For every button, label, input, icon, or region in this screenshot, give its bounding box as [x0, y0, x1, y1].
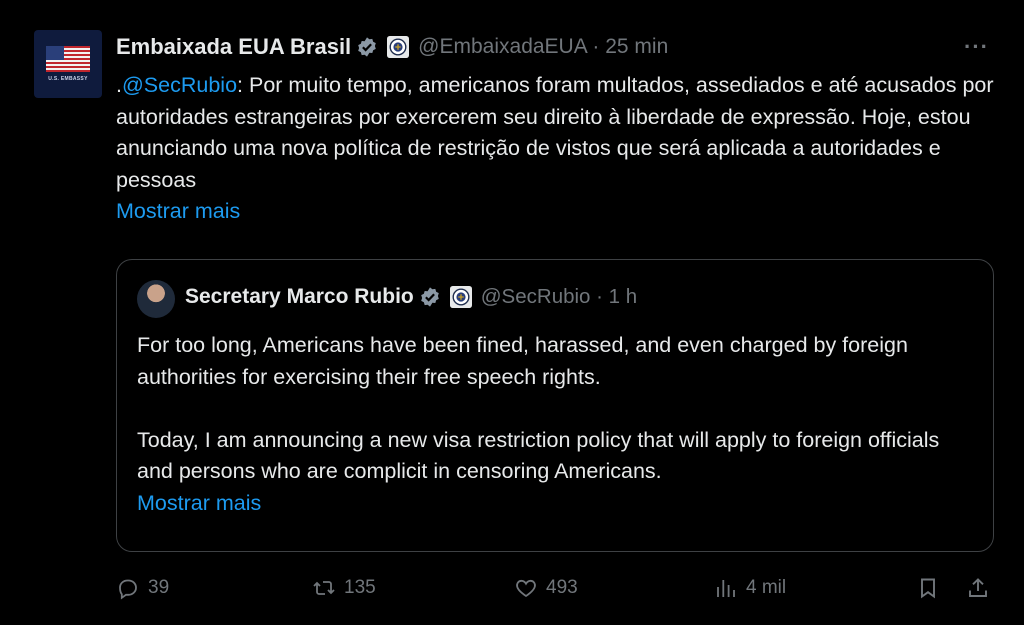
reply-button[interactable]: 39 [116, 576, 169, 600]
share-icon [969, 578, 987, 597]
tweet-header: Embaixada EUA Brasil @EmbaixadaEUA · 25 … [116, 32, 668, 62]
quote-handle-time[interactable]: @SecRubio · 1 h [481, 285, 637, 309]
author-name[interactable]: Embaixada EUA Brasil [116, 34, 351, 60]
quote-show-more-link[interactable]: Mostrar mais [137, 488, 977, 520]
verified-badge-icon[interactable] [356, 36, 378, 58]
repost-count: 135 [344, 577, 376, 598]
us-flag-icon [46, 46, 90, 72]
embassy-avatar[interactable]: U.S. EMBASSY [34, 30, 102, 98]
quote-author-name[interactable]: Secretary Marco Rubio [185, 285, 414, 309]
government-seal-icon [387, 36, 410, 58]
like-button[interactable]: 493 [514, 576, 578, 600]
verified-badge-icon[interactable] [419, 286, 441, 308]
tweet-body: .@SecRubio: Por muito tempo, americanos … [116, 70, 996, 228]
show-more-link[interactable]: Mostrar mais [116, 196, 996, 228]
quote-header: Secretary Marco Rubio @SecRubio · 1 h [185, 285, 637, 309]
more-options-button[interactable]: ··· [964, 34, 989, 60]
author-handle-time[interactable]: @EmbaixadaEUA · 25 min [418, 35, 668, 59]
tweet[interactable]: U.S. EMBASSY Embaixada EUA Brasil @Embai… [0, 0, 1024, 625]
reply-icon [119, 579, 137, 600]
repost-button[interactable]: 135 [312, 576, 376, 600]
quoted-tweet[interactable]: Secretary Marco Rubio @SecRubio · 1 h Fo… [116, 259, 994, 552]
quote-paragraph: Today, I am announcing a new visa restri… [137, 427, 940, 484]
views-count: 4 mil [746, 577, 787, 598]
action-bar: 39 135 493 4 mil [116, 576, 996, 608]
bookmark-icon [921, 578, 935, 599]
bookmark-button[interactable] [916, 576, 948, 600]
views-button[interactable]: 4 mil [714, 576, 786, 600]
views-chart-icon [717, 580, 735, 597]
quote-author-avatar[interactable] [137, 280, 175, 318]
heart-icon [516, 579, 536, 598]
repost-icon [313, 581, 335, 595]
quote-body: For too long, Americans have been fined,… [137, 330, 977, 519]
avatar-caption: U.S. EMBASSY [48, 76, 88, 82]
government-seal-icon [449, 286, 472, 308]
quote-paragraph: For too long, Americans have been fined,… [137, 333, 908, 389]
mention-link[interactable]: @SecRubio [122, 73, 237, 97]
body-text: : Por muito tempo, americanos foram mult… [116, 73, 994, 192]
reply-count: 39 [148, 577, 170, 598]
share-button[interactable] [966, 576, 998, 600]
like-count: 493 [546, 577, 578, 598]
